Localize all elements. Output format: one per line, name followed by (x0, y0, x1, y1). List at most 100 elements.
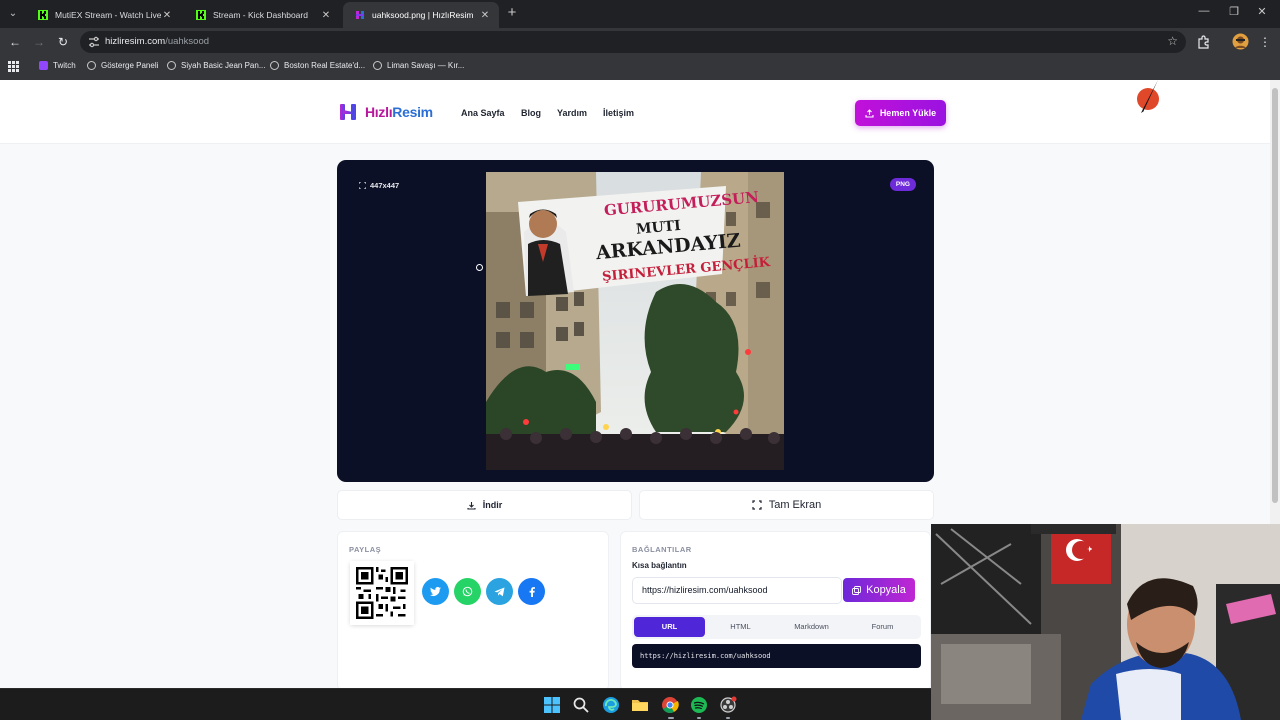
running-indicator (726, 717, 730, 719)
tab-title: MutiEX Stream - Watch Live on (55, 10, 161, 20)
link-code-box[interactable]: https://hizliresim.com/uahksood (632, 644, 921, 668)
url-host: hizliresim.com (105, 36, 166, 47)
bookmark-label: Liman Savaşı — Kır... (387, 61, 465, 70)
spotify-icon[interactable] (690, 696, 708, 714)
facebook-f-icon (529, 586, 535, 597)
download-icon (467, 501, 476, 510)
browser-toolbar: ← → ↻ hizliresim.com/uahksood ☆ ⋮ (0, 28, 1280, 56)
bookmark-star-icon[interactable]: ☆ (1167, 34, 1178, 48)
nav-yardim[interactable]: Yardım (557, 108, 587, 118)
windows-taskbar (0, 688, 931, 720)
share-card: PAYLAŞ (337, 531, 609, 688)
chrome-browser-icon[interactable] (661, 696, 679, 714)
extensions-puzzle-icon[interactable] (1197, 35, 1211, 49)
address-bar[interactable]: hizliresim.com/uahksood ☆ (80, 31, 1186, 53)
globe-icon (373, 61, 382, 70)
site-info-tune-icon[interactable] (88, 35, 100, 49)
chrome-menu-kebab-icon[interactable]: ⋮ (1257, 34, 1273, 50)
bookmark-gosterge-paneli[interactable]: Gösterge Paneli (87, 61, 158, 70)
globe-icon (167, 61, 176, 70)
logo-suffix: Resim (392, 104, 433, 120)
bookmark-twitch[interactable]: Twitch (39, 61, 76, 70)
copy-button[interactable]: Kopyala (843, 578, 915, 602)
share-title: PAYLAŞ (349, 545, 382, 554)
browser-tab-mutiex-stream[interactable]: MutiEX Stream - Watch Live on ✕ (26, 2, 181, 28)
edge-browser-icon[interactable] (602, 696, 620, 714)
street-photo-illustration: GURURUMUZSUN MUTI ARKANDAYIZ ŞIRINEVLER … (486, 172, 784, 470)
tab-forum[interactable]: Forum (847, 617, 918, 637)
reload-icon[interactable]: ↻ (55, 34, 71, 50)
download-button[interactable]: İndir (337, 490, 632, 520)
copy-icon (852, 585, 862, 595)
restore-icon[interactable]: ❐ (1225, 5, 1243, 18)
new-tab-plus-icon[interactable]: + (505, 5, 519, 21)
url-text: hizliresim.com/uahksood (105, 36, 209, 47)
browser-tab-hizliresim[interactable]: uahksood.png | HızlıResim ✕ (343, 2, 499, 28)
running-indicator (697, 717, 701, 719)
share-facebook-button[interactable] (518, 578, 545, 605)
bookmark-label: Boston Real Estate'd... (284, 61, 366, 70)
forward-arrow-icon[interactable]: → (31, 34, 47, 50)
webcam-feed-illustration (931, 524, 1280, 720)
close-icon[interactable]: ✕ (161, 10, 173, 21)
obs-recording-icon[interactable] (719, 696, 737, 714)
mouse-cursor-icon (476, 264, 483, 271)
tab-title: Stream - Kick Dashboard (213, 10, 308, 20)
tab-markdown[interactable]: Markdown (776, 617, 847, 637)
upload-now-button[interactable]: Hemen Yükle (855, 100, 946, 126)
close-icon[interactable]: ✕ (320, 10, 332, 21)
minimize-icon[interactable]: — (1195, 5, 1213, 17)
format-badge: PNG (889, 178, 916, 191)
nav-iletisim[interactable]: İletişim (603, 108, 634, 118)
whatsapp-icon (462, 586, 473, 597)
share-whatsapp-button[interactable] (454, 578, 481, 605)
download-label: İndir (482, 500, 503, 510)
back-arrow-icon[interactable]: ← (7, 34, 23, 50)
apps-grid-icon[interactable] (8, 61, 19, 72)
tab-search-chevron-icon[interactable]: ⌄ (5, 6, 21, 22)
nav-ana-sayfa[interactable]: Ana Sayfa (461, 108, 505, 118)
url-path: /uahksood (165, 36, 210, 47)
share-twitter-button[interactable] (422, 578, 449, 605)
qr-code-image (350, 561, 414, 625)
browser-tab-strip: ⌄ MutiEX Stream - Watch Live on ✕ Stream… (0, 0, 1280, 28)
bookmark-label: Twitch (53, 61, 76, 70)
upload-icon (865, 108, 874, 118)
hizliresim-logo-icon (356, 11, 364, 19)
links-card: BAĞLANTILAR Kısa bağlantın https://hizli… (620, 531, 931, 688)
upload-button-label: Hemen Yükle (879, 108, 937, 118)
bookmark-siyah-jean[interactable]: Siyah Basic Jean Pan... (167, 61, 266, 70)
fullscreen-icon (752, 500, 762, 510)
webcam-overlay (931, 524, 1280, 720)
search-icon[interactable] (572, 696, 590, 714)
tab-url[interactable]: URL (634, 617, 705, 637)
site-header: HızlıResim Ana Sayfa Blog Yardım İletişi… (0, 80, 1270, 144)
hizliresim-logo-icon (340, 104, 356, 120)
tab-html[interactable]: HTML (705, 617, 776, 637)
kick-logo-icon (38, 10, 48, 20)
image-viewer: 447x447 PNG GURURUMUZSUN MUTI ARKANDAYIZ… (337, 160, 934, 482)
bookmark-liman-savasi[interactable]: Liman Savaşı — Kır... (373, 61, 464, 70)
close-icon[interactable]: ✕ (479, 10, 491, 21)
nav-blog[interactable]: Blog (521, 108, 541, 118)
kick-logo-icon (196, 10, 206, 20)
window-close-icon[interactable]: ✕ (1253, 5, 1271, 18)
fullscreen-button[interactable]: Tam Ekran (639, 490, 934, 520)
browser-tab-kick-dashboard[interactable]: Stream - Kick Dashboard ✕ (184, 2, 340, 28)
site-logo[interactable]: HızlıResim (339, 103, 433, 121)
scrollbar-thumb[interactable] (1272, 88, 1278, 503)
bookmark-label: Siyah Basic Jean Pan... (181, 61, 266, 70)
profile-avatar-icon[interactable] (1232, 33, 1249, 50)
file-explorer-icon[interactable] (631, 696, 649, 714)
qr-code[interactable] (350, 561, 414, 625)
bookmarks-bar: Twitch Gösterge Paneli Siyah Basic Jean … (0, 56, 1280, 80)
share-telegram-button[interactable] (486, 578, 513, 605)
uploaded-image[interactable]: GURURUMUZSUN MUTI ARKANDAYIZ ŞIRINEVLER … (486, 172, 784, 470)
windows-start-icon[interactable] (543, 696, 561, 714)
short-link-field[interactable]: https://hizliresim.com/uahksood (632, 577, 842, 604)
copy-label: Kopyala (866, 584, 906, 596)
fullscreen-label: Tam Ekran (768, 499, 822, 511)
bookmark-boston-real-estate[interactable]: Boston Real Estate'd... (270, 61, 365, 70)
bookmark-label: Gösterge Paneli (101, 61, 159, 70)
running-indicator (668, 717, 674, 719)
